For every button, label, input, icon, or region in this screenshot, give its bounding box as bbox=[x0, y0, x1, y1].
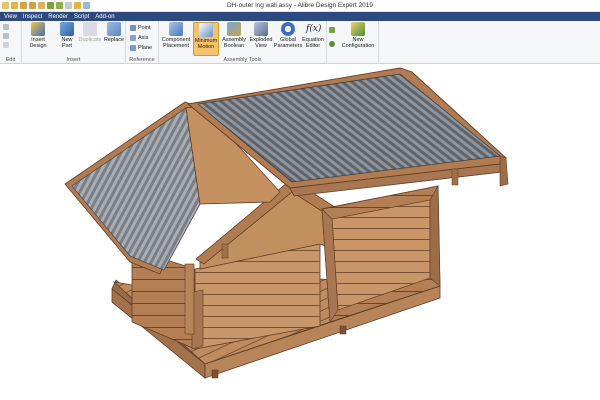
delete-tool[interactable] bbox=[3, 42, 9, 48]
insert-design-icon bbox=[31, 22, 45, 36]
copy-icon bbox=[3, 33, 9, 39]
menu-view[interactable]: View bbox=[4, 14, 17, 20]
global-parameters-button[interactable]: Global Parameters bbox=[274, 22, 302, 49]
group-configuration: New Configuration bbox=[327, 21, 379, 64]
insert-design-button[interactable]: Insert Design bbox=[28, 22, 48, 49]
plane-tool[interactable]: Plane bbox=[130, 45, 152, 51]
group-label-assembly-tools: Assembly Tools bbox=[223, 57, 262, 63]
global-parameters-icon bbox=[281, 22, 295, 36]
duplicate-button[interactable]: Duplicate bbox=[79, 22, 101, 43]
cut-icon bbox=[3, 24, 9, 30]
replace-button[interactable]: Replace bbox=[103, 22, 125, 43]
equation-editor-button[interactable]: f(x) Equation Editor bbox=[301, 22, 325, 49]
component-placement-button[interactable]: Component Placement bbox=[161, 22, 191, 49]
group-reference: Point Axis Plane Reference bbox=[126, 21, 159, 64]
group-label-insert: Insert bbox=[66, 57, 81, 63]
window-title: DH-outer lng wall assy - Alibre Design E… bbox=[227, 2, 373, 9]
group-label-reference: Reference bbox=[129, 57, 155, 63]
plane-icon bbox=[130, 45, 136, 51]
group-insert: Insert Design New Part Duplicate Replace… bbox=[22, 21, 126, 64]
menu-script[interactable]: Script bbox=[74, 14, 89, 20]
menu-render[interactable]: Render bbox=[48, 14, 68, 20]
component-placement-icon bbox=[169, 22, 183, 36]
point-tool[interactable]: Point bbox=[130, 25, 151, 31]
axis-icon bbox=[130, 35, 136, 41]
delete-icon bbox=[3, 42, 9, 48]
assembly-boolean-button[interactable]: Assembly Boolean bbox=[221, 22, 247, 49]
configuration-list-icon bbox=[329, 27, 335, 33]
model-viewport[interactable] bbox=[0, 64, 600, 400]
title-bar: DH-outer lng wall assy - Alibre Design E… bbox=[0, 0, 600, 12]
config-tool-b[interactable] bbox=[329, 41, 335, 47]
exploded-view-icon bbox=[254, 22, 268, 36]
new-part-icon bbox=[60, 22, 74, 36]
configuration-sphere-icon bbox=[329, 41, 335, 47]
ribbon: Edit Insert Design New Part Duplicate Re… bbox=[0, 21, 600, 64]
menu-add-on[interactable]: Add-on bbox=[95, 14, 114, 20]
new-configuration-icon bbox=[351, 22, 365, 36]
exploded-view-button[interactable]: Exploded View bbox=[248, 22, 274, 49]
new-configuration-button[interactable]: New Configuration bbox=[339, 22, 377, 49]
replace-icon bbox=[107, 22, 121, 36]
config-tool-a[interactable] bbox=[329, 27, 335, 33]
menu-bar: View Inspect Render Script Add-on bbox=[0, 12, 600, 21]
minimum-motion-button[interactable]: Minimum Motion bbox=[193, 22, 219, 56]
cut-tool[interactable] bbox=[3, 24, 9, 30]
point-icon bbox=[130, 25, 136, 31]
new-part-button[interactable]: New Part bbox=[58, 22, 76, 49]
equation-editor-icon: f(x) bbox=[306, 24, 322, 34]
group-edit: Edit bbox=[0, 21, 22, 64]
axis-tool[interactable]: Axis bbox=[130, 35, 148, 41]
copy-tool[interactable] bbox=[3, 33, 9, 39]
group-assembly-tools: Component Placement Minimum Motion Assem… bbox=[159, 21, 327, 64]
group-label-edit: Edit bbox=[5, 57, 16, 63]
menu-inspect[interactable]: Inspect bbox=[23, 14, 42, 20]
duplicate-icon bbox=[83, 22, 97, 36]
doghouse-model bbox=[64, 67, 509, 379]
minimum-motion-icon bbox=[199, 23, 213, 37]
assembly-boolean-icon bbox=[227, 22, 241, 36]
